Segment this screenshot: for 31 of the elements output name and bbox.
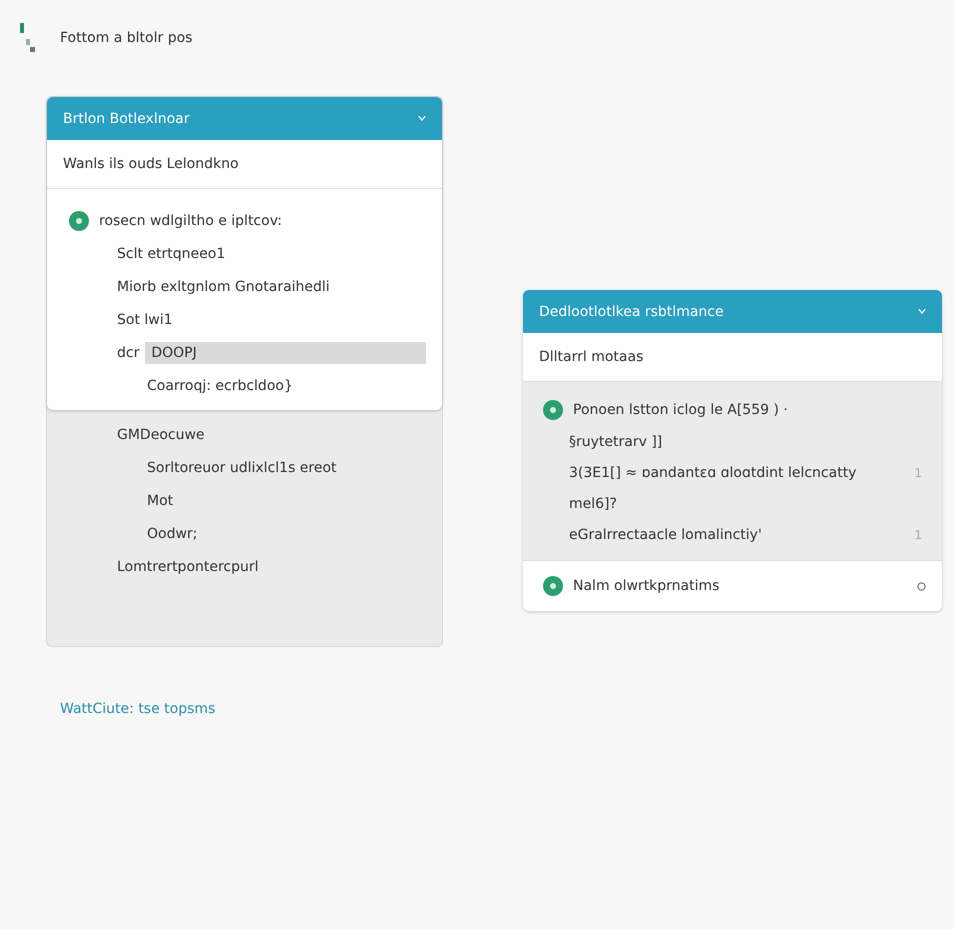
card-title: Brtlon Botlexlnoar xyxy=(63,110,190,126)
footer-label: Nalm olwrtkprnatims xyxy=(573,578,720,594)
card-subtitle: Wanls ils ouds Lelondkno xyxy=(47,140,442,189)
list-item: eGralrrectaacle lomalinctiy' xyxy=(569,526,762,542)
list-item: Sclt etrtqneeo1 xyxy=(117,246,226,262)
chevron-down-icon[interactable] xyxy=(918,308,926,315)
link[interactable]: WattCiute: tse topsms xyxy=(60,701,216,717)
list-item: Miorb exltgnlom Gnotaraihedli xyxy=(117,278,330,294)
list-item: §ruytetrarv ]] xyxy=(569,434,662,450)
circle-icon xyxy=(917,582,926,590)
list-item: Sot lwi1 xyxy=(117,312,173,328)
field-value[interactable]: DOOPJ xyxy=(145,342,426,364)
chevron-down-icon[interactable] xyxy=(418,115,426,122)
list-item: Coarroqj: ecrbcldoo} xyxy=(147,378,293,394)
list-item: Sorltoreuor udlixlcl1s ereot xyxy=(147,460,337,476)
list-item: Oodwr; xyxy=(147,526,198,542)
list-heading: rosecn wdlgiltho e ipltcov: xyxy=(99,213,282,229)
list-item: Lomtrertpontercpurl xyxy=(117,558,259,574)
list-item: 3(3E1[] ≈ ɒandantɛɑ ɑloɑtdint lelcncatty xyxy=(569,464,856,480)
list-heading: Ponoen lstton iclog le A[559 ) · xyxy=(573,402,788,418)
page-title: Fottom a bltolr pos xyxy=(60,30,192,46)
card-header[interactable]: Brtlon Botlexlnoar xyxy=(47,97,442,140)
list-item: GMDeocuwe xyxy=(117,426,205,442)
card-header[interactable]: Dedlootlotlkea rsbtlmance xyxy=(523,290,942,333)
card-title: Dedlootlotlkea rsbtlmance xyxy=(539,304,724,320)
app-icon xyxy=(20,23,36,53)
list-item: Mot xyxy=(147,492,174,508)
list-item: mel6]? xyxy=(569,496,617,512)
count-label: 1 xyxy=(914,466,922,480)
field-label: dcr xyxy=(117,344,140,360)
count-label: 1 xyxy=(914,528,922,542)
